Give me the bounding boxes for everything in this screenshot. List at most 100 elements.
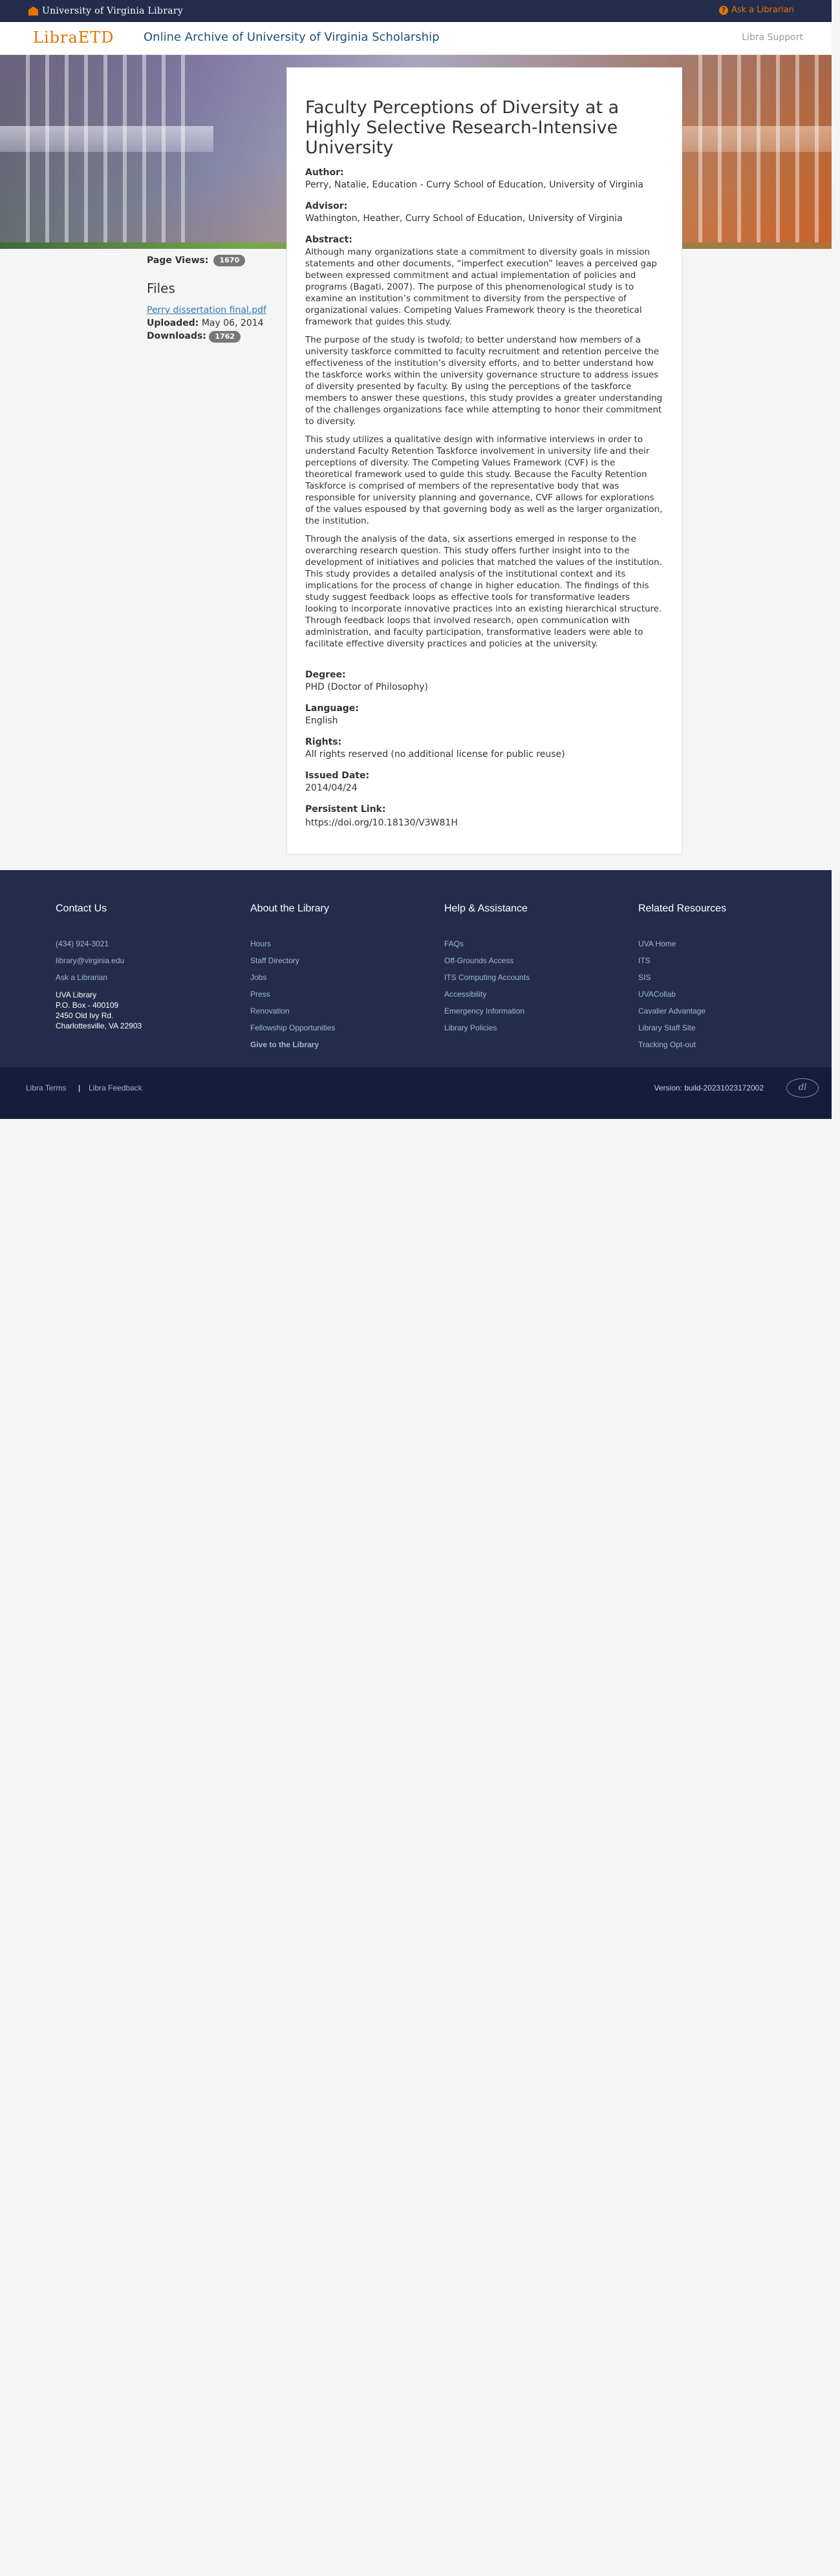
downloads-badge: 1762: [209, 331, 241, 343]
libra-terms-link[interactable]: Libra Terms: [26, 1083, 66, 1092]
hero-column: [123, 55, 127, 249]
hero-column: [26, 55, 30, 249]
footer-address-line: UVA Library: [56, 990, 97, 999]
advisor-field: Advisor: Wathington, Heather, Curry Scho…: [305, 200, 663, 225]
uploaded-label: Uploaded:: [147, 318, 199, 328]
file-download-link[interactable]: Perry dissertation final.pdf: [147, 305, 276, 315]
uploaded-date: May 06, 2014: [201, 318, 264, 328]
footer-phone-link[interactable]: (434) 924-3021: [56, 939, 224, 949]
top-bar: University of Virginia Library ? Ask a L…: [0, 0, 832, 22]
libra-support-link[interactable]: Libra Support: [742, 32, 803, 43]
hero-column: [776, 55, 780, 249]
rights-value: All rights reserved (no additional licen…: [305, 749, 565, 760]
footer-link-renovation[interactable]: Renovation: [250, 1006, 418, 1016]
work-title: Faculty Perceptions of Diversity at a Hi…: [305, 98, 619, 158]
issued-date-label: Issued Date:: [305, 771, 370, 781]
footer-help-heading: Help & Assistance: [444, 903, 528, 914]
abstract-label: Abstract:: [305, 235, 352, 245]
footer-link-emergency[interactable]: Emergency Information: [444, 1006, 612, 1016]
uva-library-logo-text: University of Virginia Library: [42, 6, 184, 16]
footer-link-accessibility[interactable]: Accessibility: [444, 990, 612, 999]
dl-logo-icon: dl: [786, 1078, 819, 1098]
hero-column: [84, 55, 88, 249]
footer-related-column: Related Resources UVA Home ITS SIS UVACo…: [638, 903, 806, 1057]
files-heading: Files: [147, 281, 175, 296]
author-value: Perry, Natalie, Education - Curry School…: [305, 180, 643, 190]
footer-link-fellowship[interactable]: Fellowship Opportunities: [250, 1023, 418, 1033]
libra-feedback-link[interactable]: Libra Feedback: [89, 1083, 142, 1092]
author-field: Author: Perry, Natalie, Education - Curr…: [305, 167, 663, 191]
hero-roof-right: [663, 126, 832, 152]
footer-link-its[interactable]: ITS: [638, 956, 806, 966]
page-views-label: Page Views:: [147, 255, 209, 266]
footer-contact-heading: Contact Us: [56, 903, 107, 914]
footer-about-column: About the Library Hours Staff Directory …: [250, 903, 418, 1057]
abstract-paragraph: The purpose of the study is twofold; to …: [305, 335, 663, 427]
footer-link-press[interactable]: Press: [250, 990, 418, 999]
footer-email-link[interactable]: library@virginia.edu: [56, 956, 224, 966]
app-header: LibraETD Online Archive of University of…: [0, 22, 832, 55]
footer-link-uva-home[interactable]: UVA Home: [638, 939, 806, 949]
footer-link-its-accounts[interactable]: ITS Computing Accounts: [444, 973, 612, 983]
footer-link-staff-directory[interactable]: Staff Directory: [250, 956, 418, 966]
footer-related-heading: Related Resources: [638, 903, 727, 914]
hero-column: [45, 55, 49, 249]
hero-column: [142, 55, 146, 249]
footer-help-column: Help & Assistance FAQs Off-Grounds Acces…: [444, 903, 612, 1040]
footer-link-jobs[interactable]: Jobs: [250, 973, 418, 983]
persistent-link-label: Persistent Link:: [305, 804, 386, 814]
language-field: Language: English: [305, 703, 663, 727]
footer-link-off-grounds[interactable]: Off-Grounds Access: [444, 956, 612, 966]
issued-date-value: 2014/04/24: [305, 783, 358, 793]
hero-column: [737, 55, 741, 249]
uva-library-logo[interactable]: University of Virginia Library: [28, 5, 183, 17]
footer-link-staff-site[interactable]: Library Staff Site: [638, 1023, 806, 1033]
rights-label: Rights:: [305, 737, 342, 747]
footer-ask-librarian-link[interactable]: Ask a Librarian: [56, 973, 224, 983]
advisor-value: Wathington, Heather, Curry School of Edu…: [305, 213, 623, 224]
app-title: Online Archive of University of Virginia…: [144, 30, 440, 44]
footer-about-heading: About the Library: [250, 903, 329, 914]
footer: Contact Us (434) 924-3021 library@virgin…: [0, 870, 832, 1067]
issued-date-field: Issued Date: 2014/04/24: [305, 770, 663, 794]
hero-column: [65, 55, 69, 249]
version-text: Version: build-20231023172002: [654, 1083, 764, 1092]
ask-a-librarian-label: Ask a Librarian: [731, 5, 794, 15]
footer-address-line: 2450 Old Ivy Rd.: [56, 1011, 114, 1020]
uploaded-row: Uploaded: May 06, 2014: [147, 318, 276, 328]
footer-link-sis[interactable]: SIS: [638, 973, 806, 983]
rights-field: Rights: All rights reserved (no addition…: [305, 736, 663, 761]
libra-etd-logo[interactable]: LibraETD: [33, 28, 114, 47]
hero-column: [757, 55, 760, 249]
language-label: Language:: [305, 703, 359, 714]
work-detail-card: Faculty Perceptions of Diversity at a Hi…: [286, 67, 682, 855]
footer-link-cavalier-advantage[interactable]: Cavalier Advantage: [638, 1006, 806, 1016]
downloads-label: Downloads:: [147, 331, 206, 341]
footer-link-uvacollab[interactable]: UVACollab: [638, 990, 806, 999]
page-edge: [832, 0, 840, 1119]
footer-link-faqs[interactable]: FAQs: [444, 939, 612, 949]
hero-column: [698, 55, 702, 249]
footer-address-line: Charlottesville, VA 22903: [56, 1021, 142, 1030]
degree-label: Degree:: [305, 670, 346, 680]
page-views-badge: 1670: [213, 255, 246, 266]
hero-column: [162, 55, 166, 249]
footer-link-hours[interactable]: Hours: [250, 939, 418, 949]
footer-link-give[interactable]: Give to the Library: [250, 1040, 418, 1050]
ask-a-librarian-link[interactable]: ? Ask a Librarian: [718, 5, 794, 15]
advisor-label: Advisor:: [305, 201, 348, 211]
degree-field: Degree: PHD (Doctor of Philosophy): [305, 669, 663, 694]
footer-separator: |: [78, 1083, 81, 1092]
abstract-paragraph: Through the analysis of the data, six as…: [305, 534, 662, 649]
hero-column: [181, 55, 185, 249]
persistent-link[interactable]: https://doi.org/10.18130/V3W81H: [305, 818, 458, 828]
page-views: Page Views: 1670: [147, 255, 276, 266]
hero-column: [103, 55, 107, 249]
author-label: Author:: [305, 167, 344, 178]
work-sidebar: Page Views: 1670 Files Perry dissertatio…: [147, 255, 276, 345]
abstract-field: Abstract: Although many organizations st…: [305, 234, 663, 650]
hero-column: [815, 55, 819, 249]
footer-link-tracking-opt-out[interactable]: Tracking Opt-out: [638, 1040, 806, 1050]
footer-link-policies[interactable]: Library Policies: [444, 1023, 612, 1033]
